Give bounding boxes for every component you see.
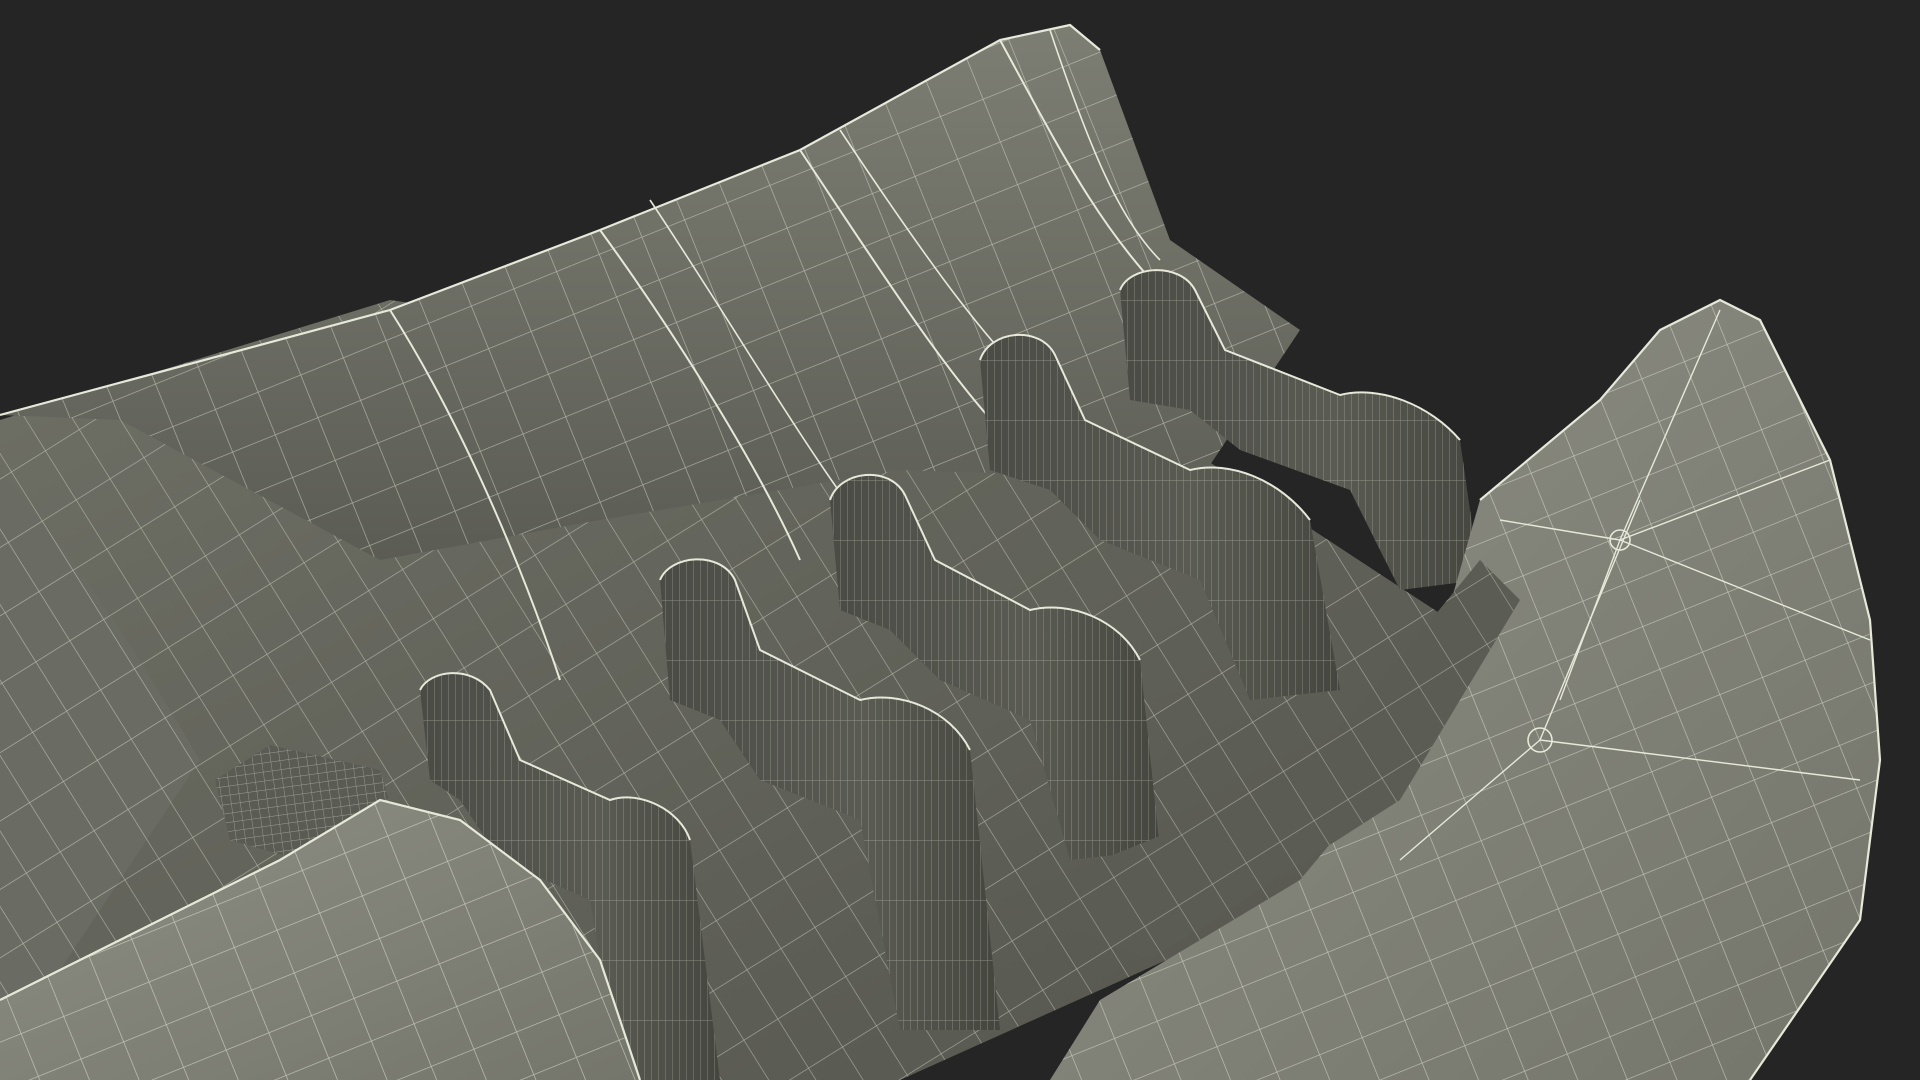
render-viewport [0, 0, 1920, 1080]
wireframe-model-render [0, 23, 1882, 1080]
